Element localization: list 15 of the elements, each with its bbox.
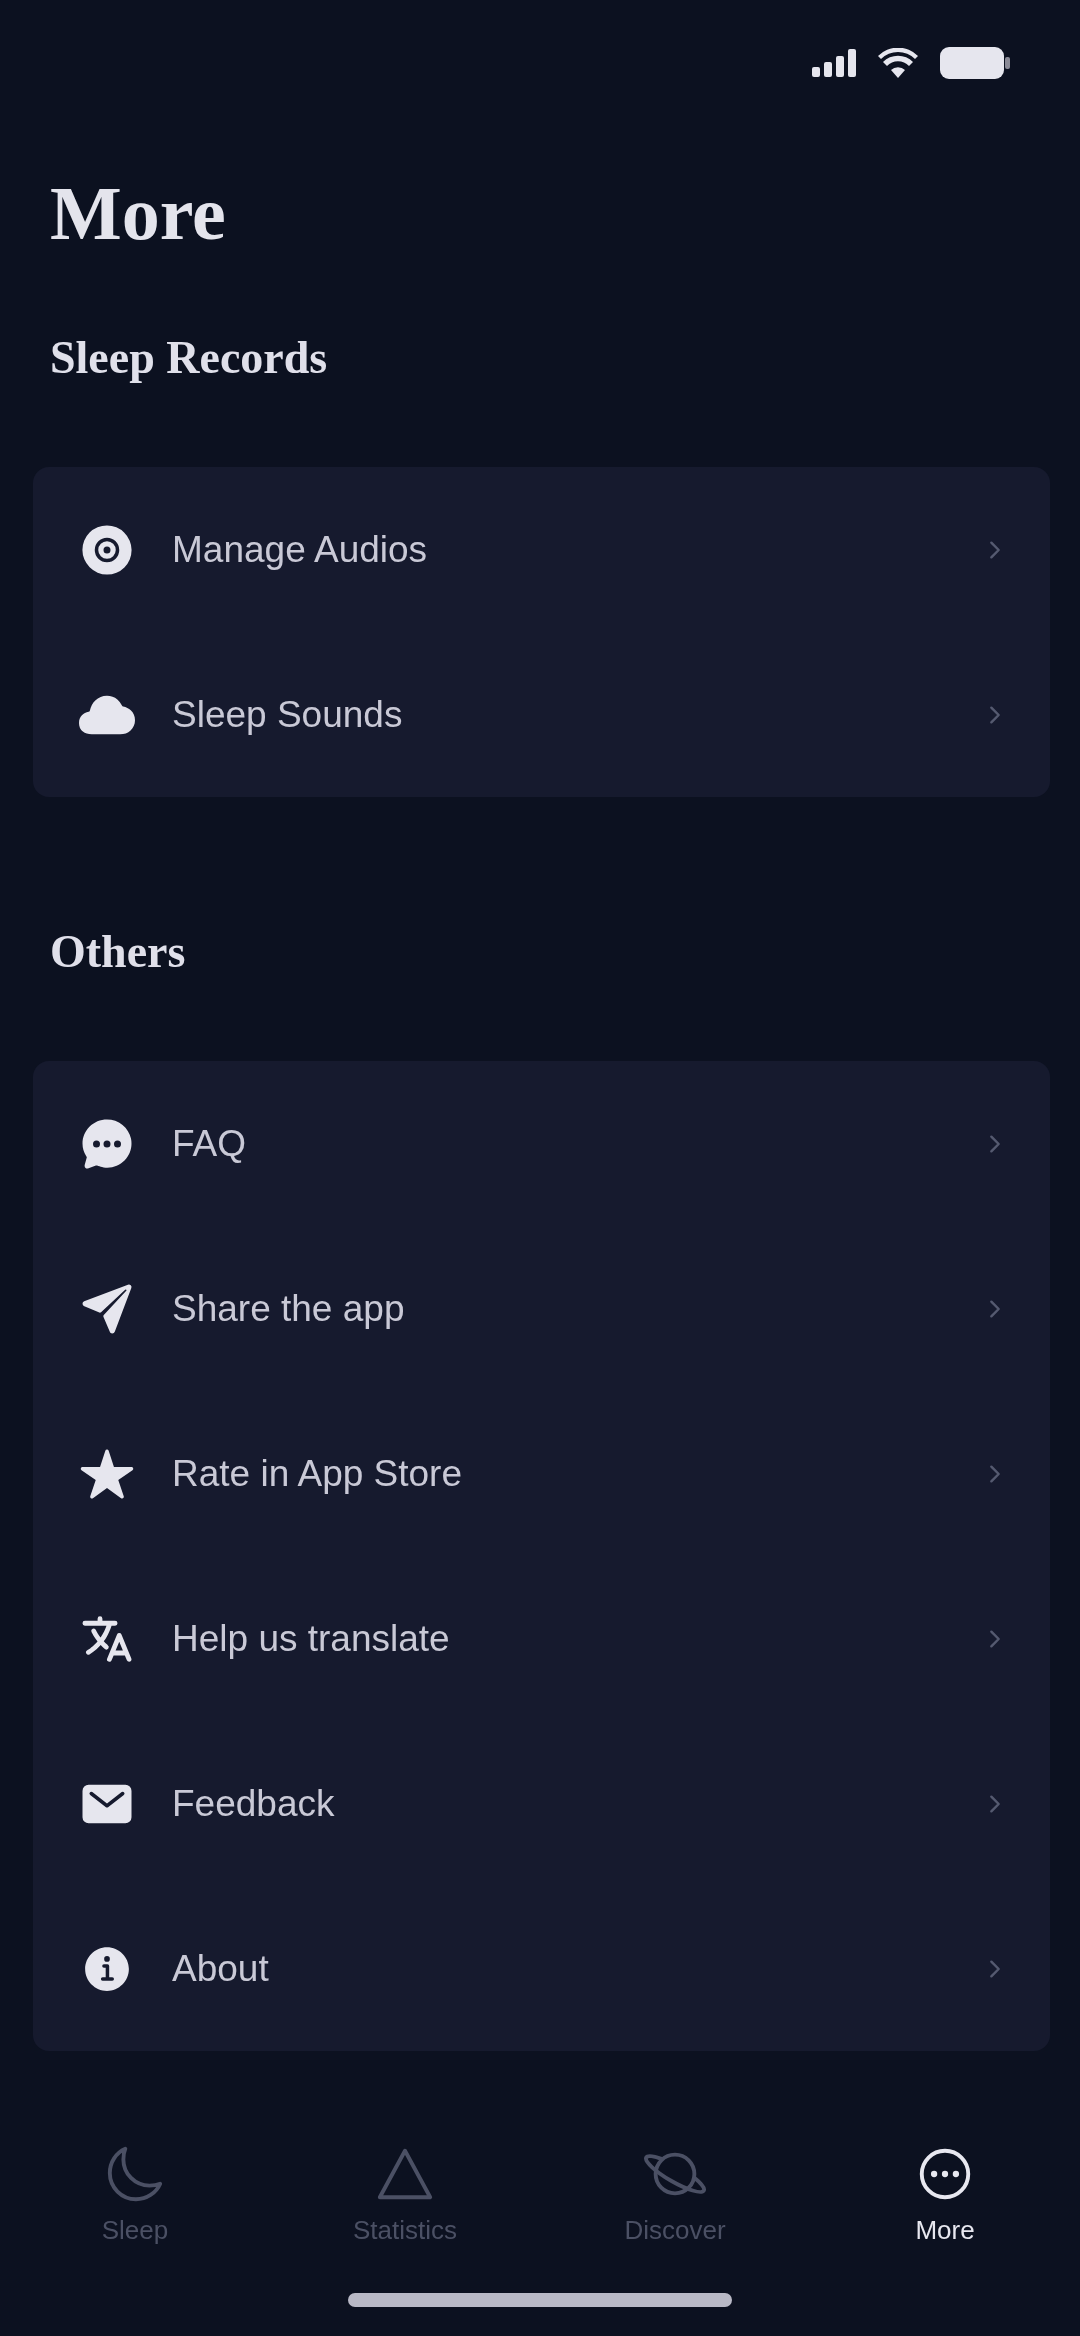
- menu-item[interactable]: Manage Audios: [33, 467, 1050, 632]
- tab-item[interactable]: More: [914, 2124, 976, 2264]
- menu-item[interactable]: Help us translate: [33, 1556, 1050, 1721]
- menu-item[interactable]: Sleep Sounds: [33, 632, 1050, 797]
- battery-icon: [940, 46, 1010, 79]
- menu-item[interactable]: FAQ: [33, 1061, 1050, 1226]
- menu-item[interactable]: Share the app: [33, 1226, 1050, 1391]
- menu-item[interactable]: Feedback: [33, 1721, 1050, 1886]
- menu-item[interactable]: About: [33, 1886, 1050, 2051]
- menu-item[interactable]: Rate in App Store: [33, 1391, 1050, 1556]
- signal-icon: [812, 48, 856, 77]
- page-title: More: [50, 171, 227, 255]
- section-heading: Sleep Records: [50, 331, 329, 385]
- section-heading: Others: [50, 925, 187, 979]
- wifi-icon: [878, 47, 918, 78]
